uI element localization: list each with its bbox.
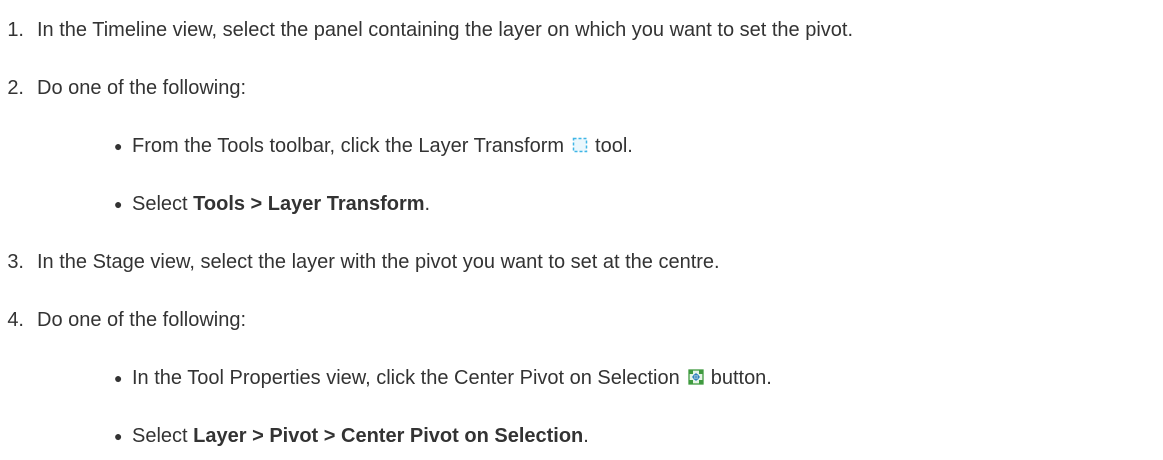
option-text: From the Tools toolbar, click the Layer … xyxy=(132,134,633,160)
option-suffix: . xyxy=(583,425,589,447)
instruction-document: 1. In the Timeline view, select the pane… xyxy=(0,0,1163,460)
menu-path: Layer > Pivot > Center Pivot on Selectio… xyxy=(193,425,584,447)
step-text: In the Timeline view, select the panel c… xyxy=(37,19,854,41)
option-prefix: Select xyxy=(132,193,194,215)
step-number: 2. xyxy=(7,77,24,99)
option-text-after: button. xyxy=(710,367,772,389)
bullet-icon: ● xyxy=(114,428,123,444)
step-number: 1. xyxy=(7,19,24,41)
bullet-icon: ● xyxy=(114,370,123,386)
bullet-icon: ● xyxy=(114,138,123,154)
option-prefix: Select xyxy=(132,425,194,447)
option-text-after: tool. xyxy=(595,135,633,157)
option-text-before: From the Tools toolbar, click the Layer … xyxy=(132,135,565,157)
option-text: Select Layer > Pivot > Center Pivot on S… xyxy=(132,424,589,448)
option-text-before: In the Tool Properties view, click the C… xyxy=(132,367,680,389)
option-suffix: . xyxy=(424,193,431,215)
bullet-icon: ● xyxy=(114,196,123,212)
menu-path: Tools > Layer Transform xyxy=(193,193,425,215)
step-text: Do one of the following: xyxy=(37,77,247,99)
layer-transform-icon xyxy=(571,136,589,160)
option-text: In the Tool Properties view, click the C… xyxy=(132,366,772,392)
option-text: Select Tools > Layer Transform. xyxy=(132,192,430,216)
center-pivot-on-selection-icon xyxy=(687,368,705,392)
step-number: 3. xyxy=(7,251,24,273)
step-number: 4. xyxy=(7,309,24,331)
step-text: In the Stage view, select the layer with… xyxy=(37,251,720,273)
step-text: Do one of the following: xyxy=(37,309,247,331)
